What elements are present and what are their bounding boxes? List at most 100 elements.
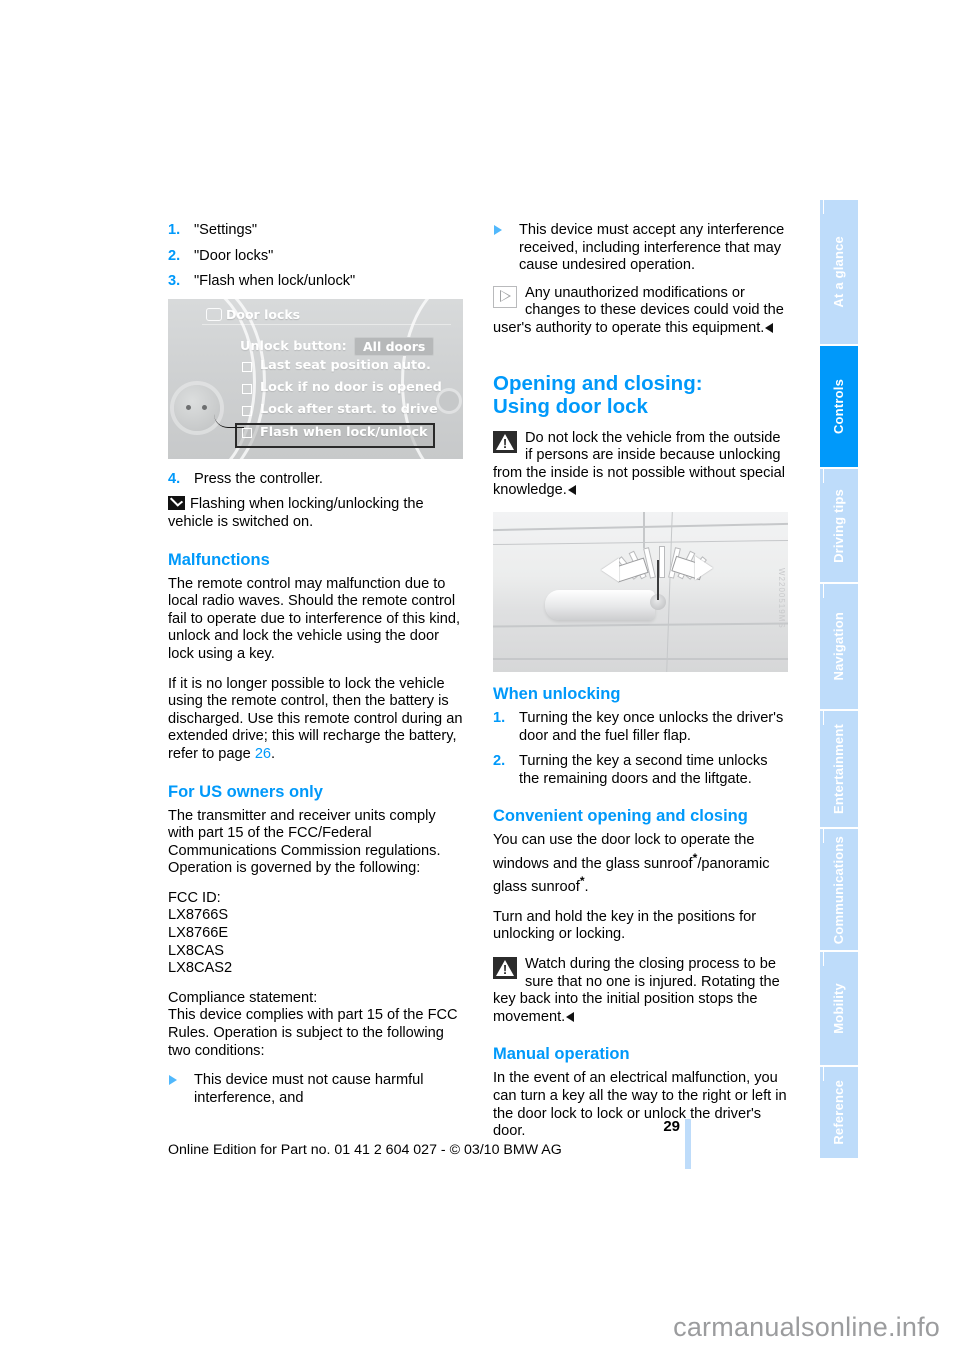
body-crease-line — [493, 622, 788, 628]
note-text: Flashing when locking/unlocking the vehi… — [168, 496, 424, 530]
note-text: Any unauthorized modifications or change… — [493, 284, 784, 336]
list-item: 1. "Settings" — [168, 222, 463, 240]
section-heading: Opening and closing: Using door lock — [493, 372, 788, 418]
manual-page: At a glance Controls Driving tips Naviga… — [0, 0, 960, 1358]
fcc-id-value: LX8766E — [168, 925, 229, 942]
step-text: Turning the key once unlocks the driver'… — [519, 709, 784, 744]
tab-reference[interactable]: Reference — [820, 1066, 858, 1158]
checkbox-lock-if-no-door-opened[interactable] — [242, 383, 252, 394]
section-heading-line-1: Opening and closing: — [493, 371, 703, 395]
fcc-conditions-list: This device must not cause harmful inter… — [168, 1072, 463, 1107]
checkbox-last-seat-position[interactable] — [242, 361, 252, 372]
list-item: 2. Turning the key a second time unlocks… — [493, 753, 788, 788]
paragraph-text: . — [584, 879, 589, 896]
fcc-conditions-list-cont: This device must accept any interference… — [493, 222, 788, 275]
heading-when-unlocking: When unlocking — [493, 684, 621, 703]
closing-process-warning: ! Watch during the closing process to be … — [493, 956, 788, 1026]
fcc-id-value: LX8766S — [168, 907, 229, 924]
unauthorized-modifications-note: Any unauthorized modifications or change… — [493, 285, 788, 338]
menu-item-label[interactable]: Last seat position auto. — [260, 358, 431, 373]
triangle-outline-icon — [493, 285, 517, 308]
condition-text: This device must accept any interference… — [519, 222, 785, 274]
list-item: 2. "Door locks" — [168, 248, 463, 266]
page-number: 29 — [663, 1118, 680, 1135]
compliance-text: This device complies with part 15 of the… — [168, 1007, 458, 1059]
step-number: 3. — [168, 273, 181, 290]
tab-divider — [823, 952, 824, 967]
heading-for-us-owners-only: For US owners only — [168, 782, 323, 801]
step-number: 4. — [168, 470, 181, 487]
paragraph-text: If it is no longer possible to lock the … — [168, 675, 463, 762]
compliance-label: Compliance statement: — [168, 989, 318, 1006]
list-item: This device must accept any interference… — [493, 222, 788, 275]
menu-item-label[interactable]: Lock if no door is opened — [260, 380, 442, 395]
warning-triangle-icon: ! — [493, 957, 517, 979]
press-controller-step: 4. Press the controller. — [168, 471, 463, 489]
checkbox-checked-icon — [168, 496, 185, 511]
body-sill-line — [493, 657, 788, 660]
tab-label: Mobility — [831, 983, 846, 1034]
tab-mobility[interactable]: Mobility — [820, 952, 858, 1065]
footer-accent-bar — [685, 1119, 691, 1169]
tab-communications[interactable]: Communications — [820, 829, 858, 951]
malfunctions-paragraph-2: If it is no longer possible to lock the … — [168, 676, 463, 764]
page-reference-link[interactable]: 26 — [255, 746, 271, 762]
tab-divider — [823, 469, 824, 484]
list-item: This device must not cause harmful inter… — [168, 1072, 463, 1107]
list-item: 1. Turning the key once unlocks the driv… — [493, 710, 788, 745]
list-item: 4. Press the controller. — [168, 471, 463, 489]
tab-controls[interactable]: Controls — [820, 346, 858, 468]
tab-navigation[interactable]: Navigation — [820, 584, 858, 709]
tab-label: Controls — [831, 379, 846, 435]
end-of-note-marker — [567, 485, 576, 496]
heading-malfunctions: Malfunctions — [168, 550, 270, 569]
heading-manual-operation: Manual operation — [493, 1045, 630, 1064]
tab-divider — [823, 200, 824, 214]
door-lock-key-turn-figure: W2200519MS — [493, 511, 788, 672]
paragraph-suffix: . — [271, 745, 276, 762]
malfunctions-paragraph-1: The remote control may malfunction due t… — [168, 575, 461, 662]
settings-path-steps: 1. "Settings" 2. "Door locks" 3. "Flash … — [168, 222, 463, 291]
checkbox-flash-when-lock-unlock[interactable] — [242, 427, 252, 438]
do-not-lock-warning: ! Do not lock the vehicle from the outsid… — [493, 430, 788, 500]
tab-driving-tips[interactable]: Driving tips — [820, 469, 858, 582]
window-frame-line — [643, 511, 645, 548]
tab-label: At a glance — [831, 236, 846, 309]
triangle-bullet-icon — [169, 1075, 177, 1086]
idrive-header-rule — [202, 323, 451, 325]
tab-divider — [823, 584, 824, 598]
unlock-button-value[interactable]: All doors — [354, 336, 435, 356]
tab-divider — [823, 710, 824, 725]
fcc-id-label: FCC ID: — [168, 889, 221, 906]
figure-watermark: W2200519MS — [777, 567, 786, 629]
idrive-title: Door locks — [226, 306, 301, 322]
step-text: Press the controller. — [194, 470, 323, 487]
tab-label: Reference — [831, 1080, 846, 1145]
idrive-controller-knob[interactable] — [174, 384, 220, 431]
when-unlocking-steps: 1. Turning the key once unlocks the driv… — [493, 710, 788, 788]
unlock-button-label: Unlock button: — [240, 338, 347, 354]
warning-text: Do not lock the vehicle from the outside… — [493, 429, 786, 499]
triangle-bullet-icon — [494, 225, 502, 235]
door-handle — [545, 589, 655, 620]
menu-item-label[interactable]: Flash when lock/unlock — [260, 425, 428, 440]
menu-item-label[interactable]: Lock after start. to drive — [260, 402, 438, 417]
right-column: This device must accept any interference… — [493, 222, 788, 1153]
site-watermark: carmanualsonline.info — [673, 1312, 940, 1342]
warning-triangle-icon: ! — [493, 430, 517, 453]
tab-entertainment[interactable]: Entertainment — [820, 710, 858, 828]
end-of-note-marker — [765, 322, 774, 333]
section-heading-line-2: Using door lock — [493, 394, 648, 418]
tab-divider — [823, 1066, 824, 1081]
condition-text: This device must not cause harmful inter… — [194, 1072, 424, 1106]
step-number: 2. — [493, 753, 506, 770]
list-item: 3. "Flash when lock/unlock" — [168, 273, 463, 291]
us-owners-intro: The transmitter and receiver units compl… — [168, 807, 441, 877]
left-column: 1. "Settings" 2. "Door locks" 3. "Flash … — [168, 222, 463, 1117]
fcc-id-value: LX8CAS — [168, 942, 224, 959]
online-edition-note: Online Edition for Part no. 01 41 2 604 … — [168, 1142, 562, 1158]
step-text: Turning the key a second time unlocks th… — [519, 753, 768, 787]
convenient-paragraph-1: You can use the door lock to operate the… — [493, 832, 788, 897]
tab-at-a-glance[interactable]: At a glance — [820, 200, 858, 345]
section-tab-rail: At a glance Controls Driving tips Naviga… — [820, 200, 858, 1160]
